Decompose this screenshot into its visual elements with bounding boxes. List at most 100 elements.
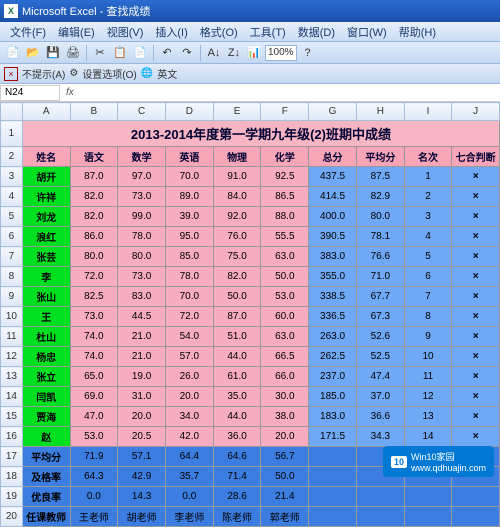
hdr-avg[interactable]: 平均分: [356, 147, 404, 167]
cell-avg[interactable]: 52.5: [356, 347, 404, 367]
chart-icon[interactable]: 📊: [245, 44, 263, 62]
cell[interactable]: 50.0: [213, 287, 261, 307]
cell-rank[interactable]: 7: [404, 287, 452, 307]
cell-total[interactable]: 400.0: [309, 207, 357, 227]
cell[interactable]: 21.0: [118, 347, 166, 367]
cell-total[interactable]: 390.5: [309, 227, 357, 247]
cell[interactable]: 74.0: [70, 327, 118, 347]
save-icon[interactable]: 💾: [44, 44, 62, 62]
cell[interactable]: 44.0: [213, 347, 261, 367]
cell[interactable]: 76.0: [213, 227, 261, 247]
cell-avg[interactable]: 52.6: [356, 327, 404, 347]
row-19[interactable]: 19: [1, 487, 23, 507]
cell-rank[interactable]: 14: [404, 427, 452, 447]
cell[interactable]: [309, 507, 357, 527]
lang-icon[interactable]: 🌐: [141, 68, 153, 79]
cell-avg[interactable]: 37.0: [356, 387, 404, 407]
cell-rank[interactable]: 6: [404, 267, 452, 287]
hdr-physics[interactable]: 物理: [213, 147, 261, 167]
cell[interactable]: 47.0: [70, 407, 118, 427]
cell[interactable]: 70.0: [165, 287, 213, 307]
cell-total[interactable]: 336.5: [309, 307, 357, 327]
row-1[interactable]: 1: [1, 121, 23, 147]
cell[interactable]: 21.4: [261, 487, 309, 507]
row-8[interactable]: 8: [1, 267, 23, 287]
summary-label[interactable]: 及格率: [22, 467, 70, 487]
cell[interactable]: 72.0: [165, 307, 213, 327]
cell[interactable]: 66.0: [261, 367, 309, 387]
cell-rank[interactable]: 4: [404, 227, 452, 247]
gear-icon[interactable]: ⚙: [69, 68, 78, 79]
cell[interactable]: [356, 487, 404, 507]
cell[interactable]: 28.6: [213, 487, 261, 507]
cell[interactable]: 97.0: [118, 167, 166, 187]
cell[interactable]: 20.0: [118, 407, 166, 427]
cell-judge[interactable]: ×: [452, 247, 500, 267]
cell[interactable]: 陈老师: [213, 507, 261, 527]
cell[interactable]: 80.0: [70, 247, 118, 267]
cell-judge[interactable]: ×: [452, 207, 500, 227]
help-icon[interactable]: ?: [299, 44, 317, 62]
cell[interactable]: 44.0: [213, 407, 261, 427]
row-6[interactable]: 6: [1, 227, 23, 247]
cell[interactable]: 35.7: [165, 467, 213, 487]
cell[interactable]: 26.0: [165, 367, 213, 387]
cell[interactable]: 88.0: [261, 207, 309, 227]
cell-name[interactable]: 胡开: [22, 167, 70, 187]
summary-label[interactable]: 平均分: [22, 447, 70, 467]
cell[interactable]: [309, 487, 357, 507]
menu-data[interactable]: 数据(D): [292, 24, 341, 40]
cell[interactable]: 20.5: [118, 427, 166, 447]
fx-icon[interactable]: fx: [60, 87, 80, 98]
cell[interactable]: [309, 467, 357, 487]
cell[interactable]: 14.3: [118, 487, 166, 507]
cell[interactable]: 84.0: [213, 187, 261, 207]
cell[interactable]: 73.0: [118, 267, 166, 287]
cell-total[interactable]: 414.5: [309, 187, 357, 207]
hdr-english[interactable]: 英语: [165, 147, 213, 167]
cell[interactable]: 0.0: [70, 487, 118, 507]
cell-total[interactable]: 171.5: [309, 427, 357, 447]
sheet-title[interactable]: 2013-2014年度第一学期九年级(2)班期中成绩: [22, 121, 499, 147]
col-G[interactable]: G: [309, 103, 357, 121]
cell-avg[interactable]: 80.0: [356, 207, 404, 227]
cell[interactable]: [452, 507, 500, 527]
cell[interactable]: 51.0: [213, 327, 261, 347]
hdr-total[interactable]: 总分: [309, 147, 357, 167]
cell[interactable]: 王老师: [70, 507, 118, 527]
cell-judge[interactable]: ×: [452, 287, 500, 307]
cell[interactable]: 61.0: [213, 367, 261, 387]
cell[interactable]: 85.0: [165, 247, 213, 267]
hdr-name[interactable]: 姓名: [22, 147, 70, 167]
cell-avg[interactable]: 47.4: [356, 367, 404, 387]
cell-name[interactable]: 杨忠: [22, 347, 70, 367]
menu-help[interactable]: 帮助(H): [393, 24, 442, 40]
cell[interactable]: 31.0: [118, 387, 166, 407]
cut-icon[interactable]: ✂: [91, 44, 109, 62]
cell[interactable]: 75.0: [213, 247, 261, 267]
cell[interactable]: 50.0: [261, 267, 309, 287]
cell[interactable]: 66.5: [261, 347, 309, 367]
cell[interactable]: 郭老师: [261, 507, 309, 527]
cell[interactable]: 73.0: [70, 307, 118, 327]
undo-icon[interactable]: ↶: [158, 44, 176, 62]
cell[interactable]: 69.0: [70, 387, 118, 407]
cell-rank[interactable]: 10: [404, 347, 452, 367]
cell-judge[interactable]: ×: [452, 227, 500, 247]
menu-insert[interactable]: 插入(I): [149, 24, 193, 40]
cell[interactable]: 55.5: [261, 227, 309, 247]
close-icon[interactable]: ×: [4, 67, 18, 81]
task-label1[interactable]: 不提示(A): [22, 66, 65, 81]
row-18[interactable]: 18: [1, 467, 23, 487]
task-label3[interactable]: 英文: [157, 66, 177, 81]
col-H[interactable]: H: [356, 103, 404, 121]
cell[interactable]: 82.0: [213, 267, 261, 287]
cell-name[interactable]: 张立: [22, 367, 70, 387]
menu-window[interactable]: 窗口(W): [341, 24, 393, 40]
cell[interactable]: 42.9: [118, 467, 166, 487]
hdr-rank[interactable]: 名次: [404, 147, 452, 167]
cell[interactable]: 60.0: [261, 307, 309, 327]
cell[interactable]: 胡老师: [118, 507, 166, 527]
cell-avg[interactable]: 78.1: [356, 227, 404, 247]
row-7[interactable]: 7: [1, 247, 23, 267]
